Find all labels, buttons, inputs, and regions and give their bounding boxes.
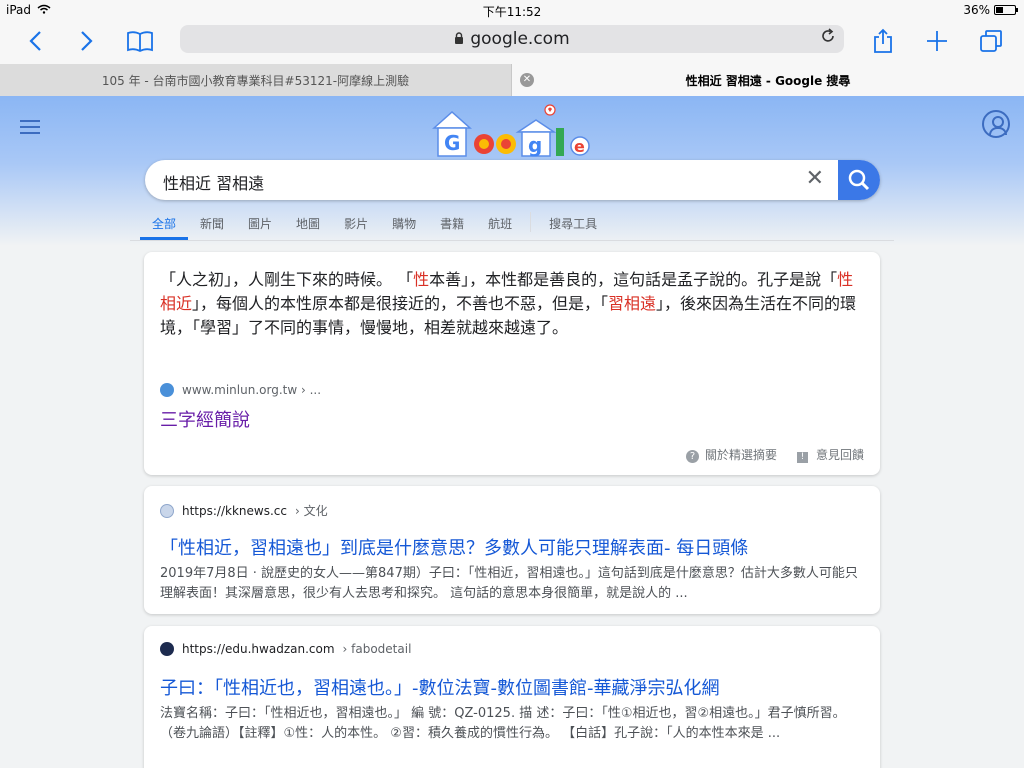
tab-images[interactable]: 圖片: [236, 212, 284, 240]
search-result: https://kknews.cc › 文化 「性相近，習相遠也」到底是什麼意思…: [144, 486, 880, 614]
tabs-icon: [980, 30, 1002, 52]
feedback-link[interactable]: ! 意見回饋: [796, 446, 864, 463]
snippet-footer: ? 關於精選摘要 ! 意見回饋: [685, 446, 864, 463]
result-url: https://kknews.cc: [182, 503, 287, 518]
featured-snippet-text: 「人之初」，人剛生下來的時候。 「性本善」，本性都是善良的，這句話是孟子說的。孔…: [160, 270, 857, 337]
about-label: 關於精選摘要: [704, 448, 777, 462]
close-icon[interactable]: ✕: [520, 73, 534, 87]
menu-icon[interactable]: [20, 120, 40, 138]
tab-all[interactable]: 全部: [140, 212, 189, 240]
search-button[interactable]: [838, 160, 880, 200]
book-icon: [127, 31, 153, 52]
globe-icon: [160, 503, 174, 518]
battery-percent: 36%: [963, 3, 990, 17]
result-source[interactable]: https://kknews.cc › 文化: [160, 502, 328, 519]
tab-google-search[interactable]: ✕ 性相近 習相遠 - Google 搜尋: [512, 64, 1024, 96]
featured-snippet-card: 「人之初」，人剛生下來的時候。 「性本善」，本性都是善良的，這句話是孟子說的。孔…: [144, 252, 880, 475]
address-text: google.com: [470, 29, 570, 49]
featured-source[interactable]: www.minlun.org.tw › ...: [160, 383, 321, 397]
chevron-left-icon: [29, 31, 41, 51]
tab-flights[interactable]: 航班: [476, 212, 524, 240]
tab-amo-exam[interactable]: 105 年 - 台南市國小教育專業科目#53121-阿摩線上測驗: [0, 64, 512, 96]
clock: 下午11:52: [482, 5, 542, 19]
result-description: 法寶名稱：子曰：「性相近也，習相遠也。」 編 號：QZ-0125. 描 述：子曰…: [160, 706, 846, 741]
result-description: 2019年7月8日 · 說歷史的女人——第847期）子曰：「性相近，習相遠也。」…: [160, 566, 858, 601]
result-source[interactable]: https://edu.hwadzan.com › fabodetail: [160, 642, 411, 656]
clear-search-icon[interactable]: ✕: [806, 166, 824, 191]
search-tools-button[interactable]: 搜尋工具: [537, 212, 609, 240]
tab-title: 105 年 - 台南市國小教育專業科目#53121-阿摩線上測驗: [101, 73, 410, 88]
about-featured-snippets-link[interactable]: ? 關於精選摘要: [685, 446, 777, 463]
result-breadcrumb: › fabodetail: [342, 642, 412, 656]
address-bar[interactable]: google.com: [180, 25, 844, 53]
browser-toolbar: google.com: [0, 20, 1024, 64]
search-query[interactable]: 性相近 習相遠: [163, 170, 264, 194]
status-bar: iPad 下午11:52 36%: [0, 0, 1024, 20]
share-button[interactable]: [866, 24, 900, 58]
battery-icon: [994, 5, 1018, 15]
svg-text:g: g: [528, 133, 542, 157]
site-favicon-icon: [160, 642, 174, 656]
chevron-right-icon: [81, 31, 93, 51]
search-result: https://edu.hwadzan.com › fabodetail 子曰：…: [144, 626, 880, 768]
plus-icon: [927, 31, 947, 51]
new-tab-button[interactable]: [920, 24, 954, 58]
back-button[interactable]: [18, 24, 52, 58]
result-title-link[interactable]: 子曰：「性相近也，習相遠也。」-數位法寶-數位圖書館-華藏淨宗弘化網: [160, 674, 719, 700]
tab-strip: 105 年 - 台南市國小教育專業科目#53121-阿摩線上測驗 ✕ 性相近 習…: [0, 64, 1024, 96]
tab-title: 性相近 習相遠 - Google 搜尋: [685, 73, 851, 88]
result-url: https://edu.hwadzan.com: [182, 642, 335, 656]
featured-title-link[interactable]: 三字經簡說: [160, 406, 250, 432]
result-breadcrumb: › 文化: [294, 504, 328, 518]
help-icon: ?: [685, 450, 699, 463]
tab-books[interactable]: 書籍: [428, 212, 476, 240]
source-url: www.minlun.org.tw › ...: [182, 383, 322, 397]
google-doodle-logo[interactable]: G g e: [432, 102, 592, 158]
divider: [530, 212, 532, 232]
lock-icon: [454, 31, 464, 47]
tab-videos[interactable]: 影片: [332, 212, 380, 240]
search-box[interactable]: 性相近 習相遠 ✕: [145, 160, 880, 200]
nav-divider: [130, 240, 894, 241]
tab-shopping[interactable]: 購物: [380, 212, 428, 240]
battery-fill: [996, 7, 1004, 13]
svg-text:G: G: [444, 131, 460, 155]
tab-maps[interactable]: 地圖: [284, 212, 332, 240]
svg-text:e: e: [574, 137, 585, 156]
account-icon[interactable]: [982, 110, 1010, 138]
search-type-tabs: 全部 新聞 圖片 地圖 影片 購物 書籍 航班 搜尋工具: [140, 212, 890, 242]
reload-icon[interactable]: [820, 28, 836, 49]
share-icon: [874, 28, 892, 53]
result-title-link[interactable]: 「性相近，習相遠也」到底是什麼意思？多數人可能只理解表面- 每日頭條: [160, 534, 748, 560]
bookmarks-button[interactable]: [122, 24, 158, 58]
site-favicon-icon: [160, 383, 174, 397]
tab-news[interactable]: 新聞: [188, 212, 236, 240]
feedback-icon: !: [796, 452, 808, 463]
search-icon: [848, 169, 870, 191]
forward-button[interactable]: [70, 24, 104, 58]
feedback-label: 意見回饋: [815, 448, 864, 462]
tabs-overview-button[interactable]: [974, 24, 1008, 58]
